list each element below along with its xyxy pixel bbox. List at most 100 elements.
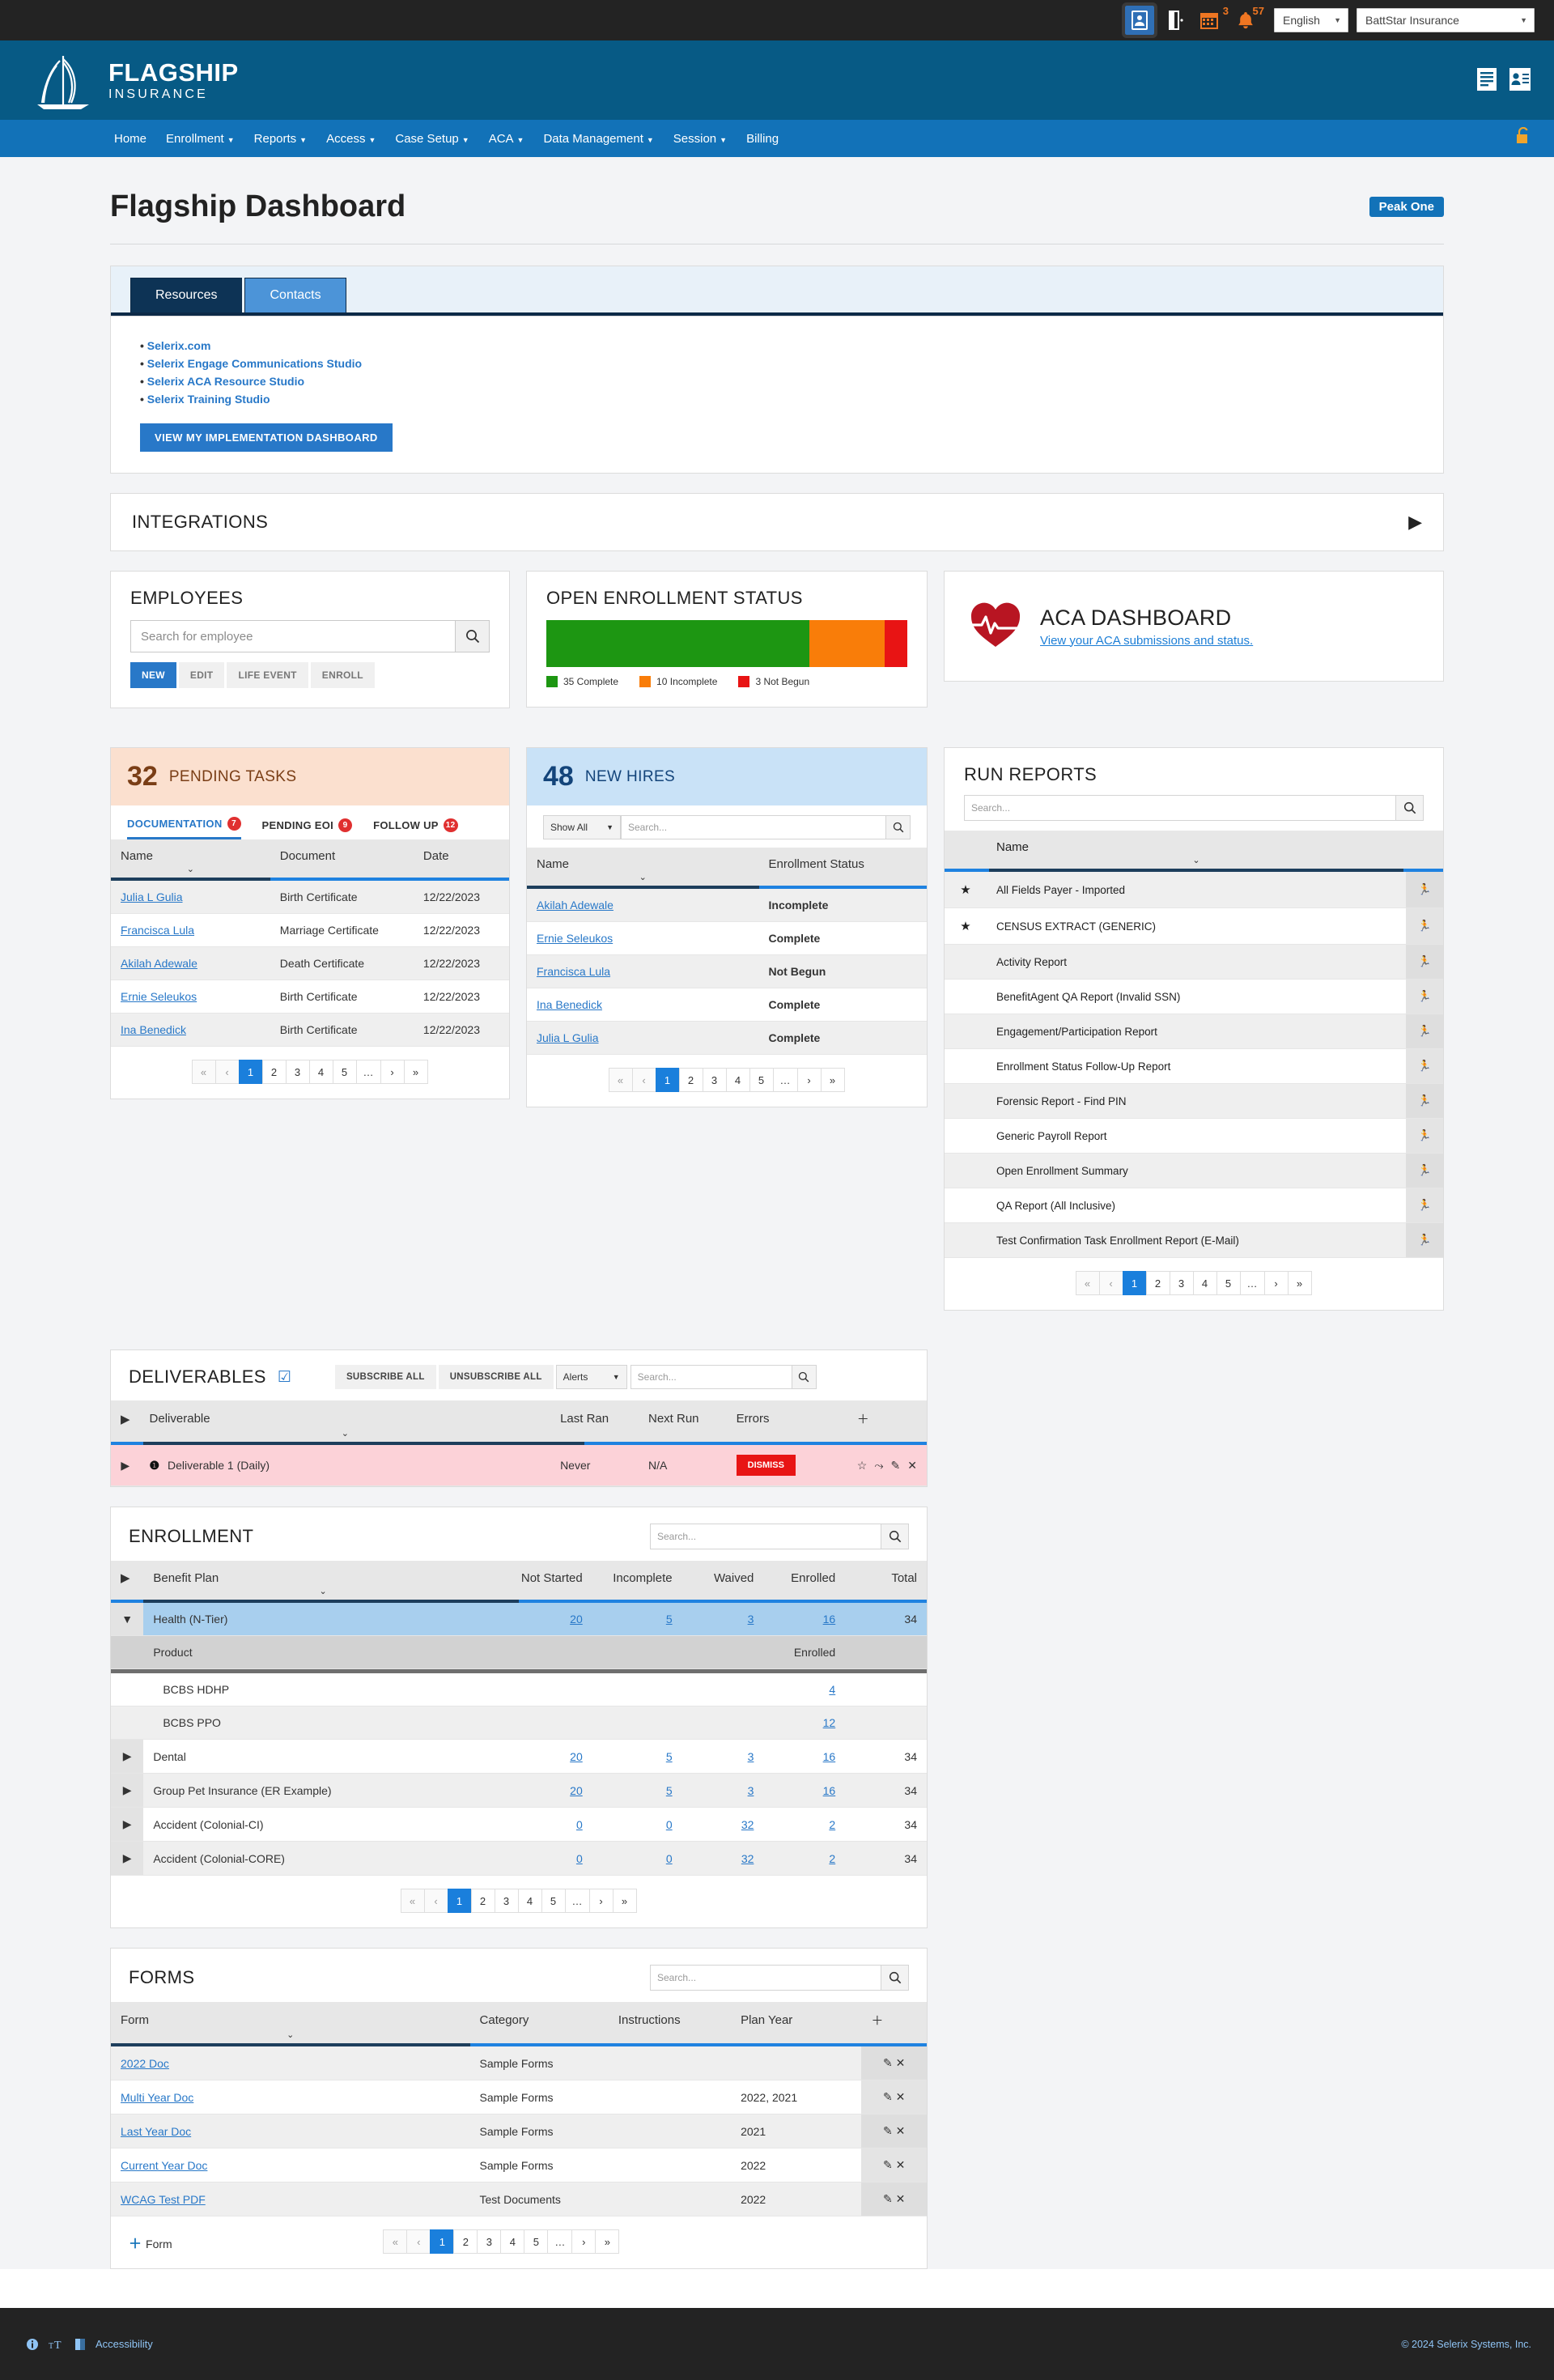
waived-link[interactable]: 3 [748, 1784, 754, 1797]
run-report-button[interactable]: 🏃 [1406, 1188, 1443, 1223]
column-header-name[interactable]: Name ⌄ [111, 839, 270, 878]
employee-link[interactable]: Julia L Gulia [121, 890, 183, 903]
tab-pending-eoi[interactable]: PENDING EOI 9 [262, 817, 353, 839]
page-next[interactable]: › [571, 2229, 597, 2254]
page-1[interactable]: 1 [447, 1889, 472, 1913]
expand-row-button[interactable]: ▶ [111, 1807, 144, 1842]
search-button[interactable] [881, 1965, 909, 1991]
search-button[interactable] [792, 1365, 817, 1389]
page-4[interactable]: 4 [308, 1060, 333, 1084]
form-link[interactable]: 2022 Doc [121, 2057, 169, 2070]
employee-link[interactable]: Julia L Gulia [537, 1031, 599, 1044]
page-last[interactable]: » [595, 2229, 620, 2254]
column-header-plan-year[interactable]: Plan Year [731, 2002, 862, 2043]
run-report-button[interactable]: 🏃 [1406, 1014, 1443, 1049]
page-prev[interactable]: ‹ [1098, 1271, 1123, 1295]
page-5[interactable]: 5 [1216, 1271, 1241, 1295]
text-size-icon[interactable]: TT [49, 2338, 65, 2351]
product-enrolled-link[interactable]: 4 [829, 1683, 835, 1696]
edit-pencil-icon[interactable]: ✎ [883, 2056, 893, 2069]
nav-item-home[interactable]: Home [105, 127, 155, 151]
search-button[interactable] [881, 1524, 909, 1549]
page-4[interactable]: 4 [725, 1068, 750, 1092]
page-2[interactable]: 2 [470, 1889, 495, 1913]
run-report-button[interactable]: 🏃 [1406, 1153, 1443, 1188]
not-started-link[interactable]: 20 [570, 1613, 583, 1626]
waived-link[interactable]: 3 [748, 1750, 754, 1763]
resource-link[interactable]: Selerix.com [147, 339, 211, 352]
page-3[interactable]: 3 [1169, 1271, 1194, 1295]
form-link[interactable]: WCAG Test PDF [121, 2193, 206, 2206]
edit-pencil-icon[interactable]: ✎ [883, 2192, 893, 2205]
page-next[interactable]: › [796, 1068, 822, 1092]
page-prev[interactable]: ‹ [631, 1068, 656, 1092]
waived-link[interactable]: 32 [741, 1852, 754, 1865]
form-link[interactable]: Last Year Doc [121, 2125, 191, 2138]
column-header-name[interactable]: Name ⌄ [527, 848, 759, 886]
not-started-link[interactable]: 0 [576, 1818, 583, 1831]
page-first[interactable]: « [608, 1068, 633, 1092]
column-header-total[interactable]: Total [845, 1561, 927, 1600]
edit-employee-button[interactable]: EDIT [178, 662, 225, 688]
table-row[interactable]: Engagement/Participation Report 🏃 [945, 1014, 1443, 1049]
column-header-category[interactable]: Category [469, 2002, 609, 2043]
search-input[interactable] [964, 795, 1396, 821]
not-started-link[interactable]: 20 [570, 1750, 583, 1763]
table-row[interactable]: Activity Report 🏃 [945, 944, 1443, 980]
tab-follow-up[interactable]: FOLLOW UP 12 [373, 817, 458, 839]
expand-row-button[interactable]: ▶ [111, 1773, 144, 1808]
page-3[interactable]: 3 [702, 1068, 727, 1092]
page-next[interactable]: › [380, 1060, 405, 1084]
page-2[interactable]: 2 [453, 2229, 478, 2254]
enrolled-link[interactable]: 16 [823, 1784, 836, 1797]
edit-pencil-icon[interactable]: ✎ [883, 2158, 893, 2171]
aca-submissions-link[interactable]: View your ACA submissions and status. [1040, 634, 1253, 648]
logout-door-icon[interactable] [1169, 11, 1187, 30]
waived-link[interactable]: 32 [741, 1818, 754, 1831]
close-icon[interactable]: ✕ [896, 2056, 906, 2069]
employee-link[interactable]: Akilah Adewale [537, 899, 614, 912]
search-input[interactable] [650, 1965, 881, 1991]
search-button[interactable] [886, 815, 911, 839]
page-4[interactable]: 4 [500, 2229, 525, 2254]
new-employee-button[interactable]: NEW [130, 662, 176, 688]
employee-link[interactable]: Francisca Lula [537, 965, 610, 978]
search-button[interactable] [456, 620, 490, 652]
employee-link[interactable]: Ina Benedick [537, 998, 602, 1011]
page-next[interactable]: › [588, 1889, 614, 1913]
resource-link[interactable]: Selerix Engage Communications Studio [147, 357, 362, 370]
page-3[interactable]: 3 [285, 1060, 310, 1084]
column-header-date[interactable]: Date [413, 839, 509, 878]
close-icon[interactable]: ✕ [896, 2124, 906, 2137]
employee-link[interactable]: Francisca Lula [121, 924, 194, 937]
page-prev[interactable]: ‹ [214, 1060, 240, 1084]
page-last[interactable]: » [403, 1060, 428, 1084]
tab-resources[interactable]: Resources [130, 278, 243, 312]
not-started-link[interactable]: 20 [570, 1784, 583, 1797]
page-1[interactable]: 1 [1122, 1271, 1147, 1295]
tab-contacts[interactable]: Contacts [244, 278, 346, 312]
view-implementation-dashboard-button[interactable]: VIEW MY IMPLEMENTATION DASHBOARD [140, 423, 393, 452]
table-row[interactable]: Forensic Report - Find PIN 🏃 [945, 1083, 1443, 1119]
expand-row-button[interactable]: ▶ [111, 1445, 140, 1486]
table-row[interactable]: Generic Payroll Report 🏃 [945, 1118, 1443, 1154]
collapse-row-button[interactable]: ▼ [111, 1603, 144, 1636]
form-link[interactable]: Multi Year Doc [121, 2091, 193, 2104]
page-first[interactable]: « [191, 1060, 216, 1084]
product-enrolled-link[interactable]: 12 [823, 1716, 836, 1729]
employee-link[interactable]: Ernie Seleukos [537, 932, 613, 945]
column-header-name[interactable]: Name ⌄ [987, 831, 1406, 869]
checkbox-checked-icon[interactable]: ☑ [278, 1368, 291, 1387]
table-row[interactable]: ★ All Fields Payer - Imported 🏃 [945, 872, 1443, 908]
search-input[interactable] [630, 1365, 792, 1389]
star-icon[interactable]: ★ [960, 883, 970, 897]
nav-item-aca[interactable]: ACA ▼ [480, 127, 533, 151]
add-form-button[interactable]: ＋ [861, 2002, 927, 2043]
page-5[interactable]: 5 [524, 2229, 549, 2254]
page-2[interactable]: 2 [678, 1068, 703, 1092]
page-5[interactable]: 5 [332, 1060, 357, 1084]
page-2[interactable]: 2 [261, 1060, 287, 1084]
dismiss-button[interactable]: DISMISS [736, 1455, 796, 1476]
id-badge-icon[interactable] [1509, 67, 1531, 94]
run-report-button[interactable]: 🏃 [1406, 907, 1443, 945]
